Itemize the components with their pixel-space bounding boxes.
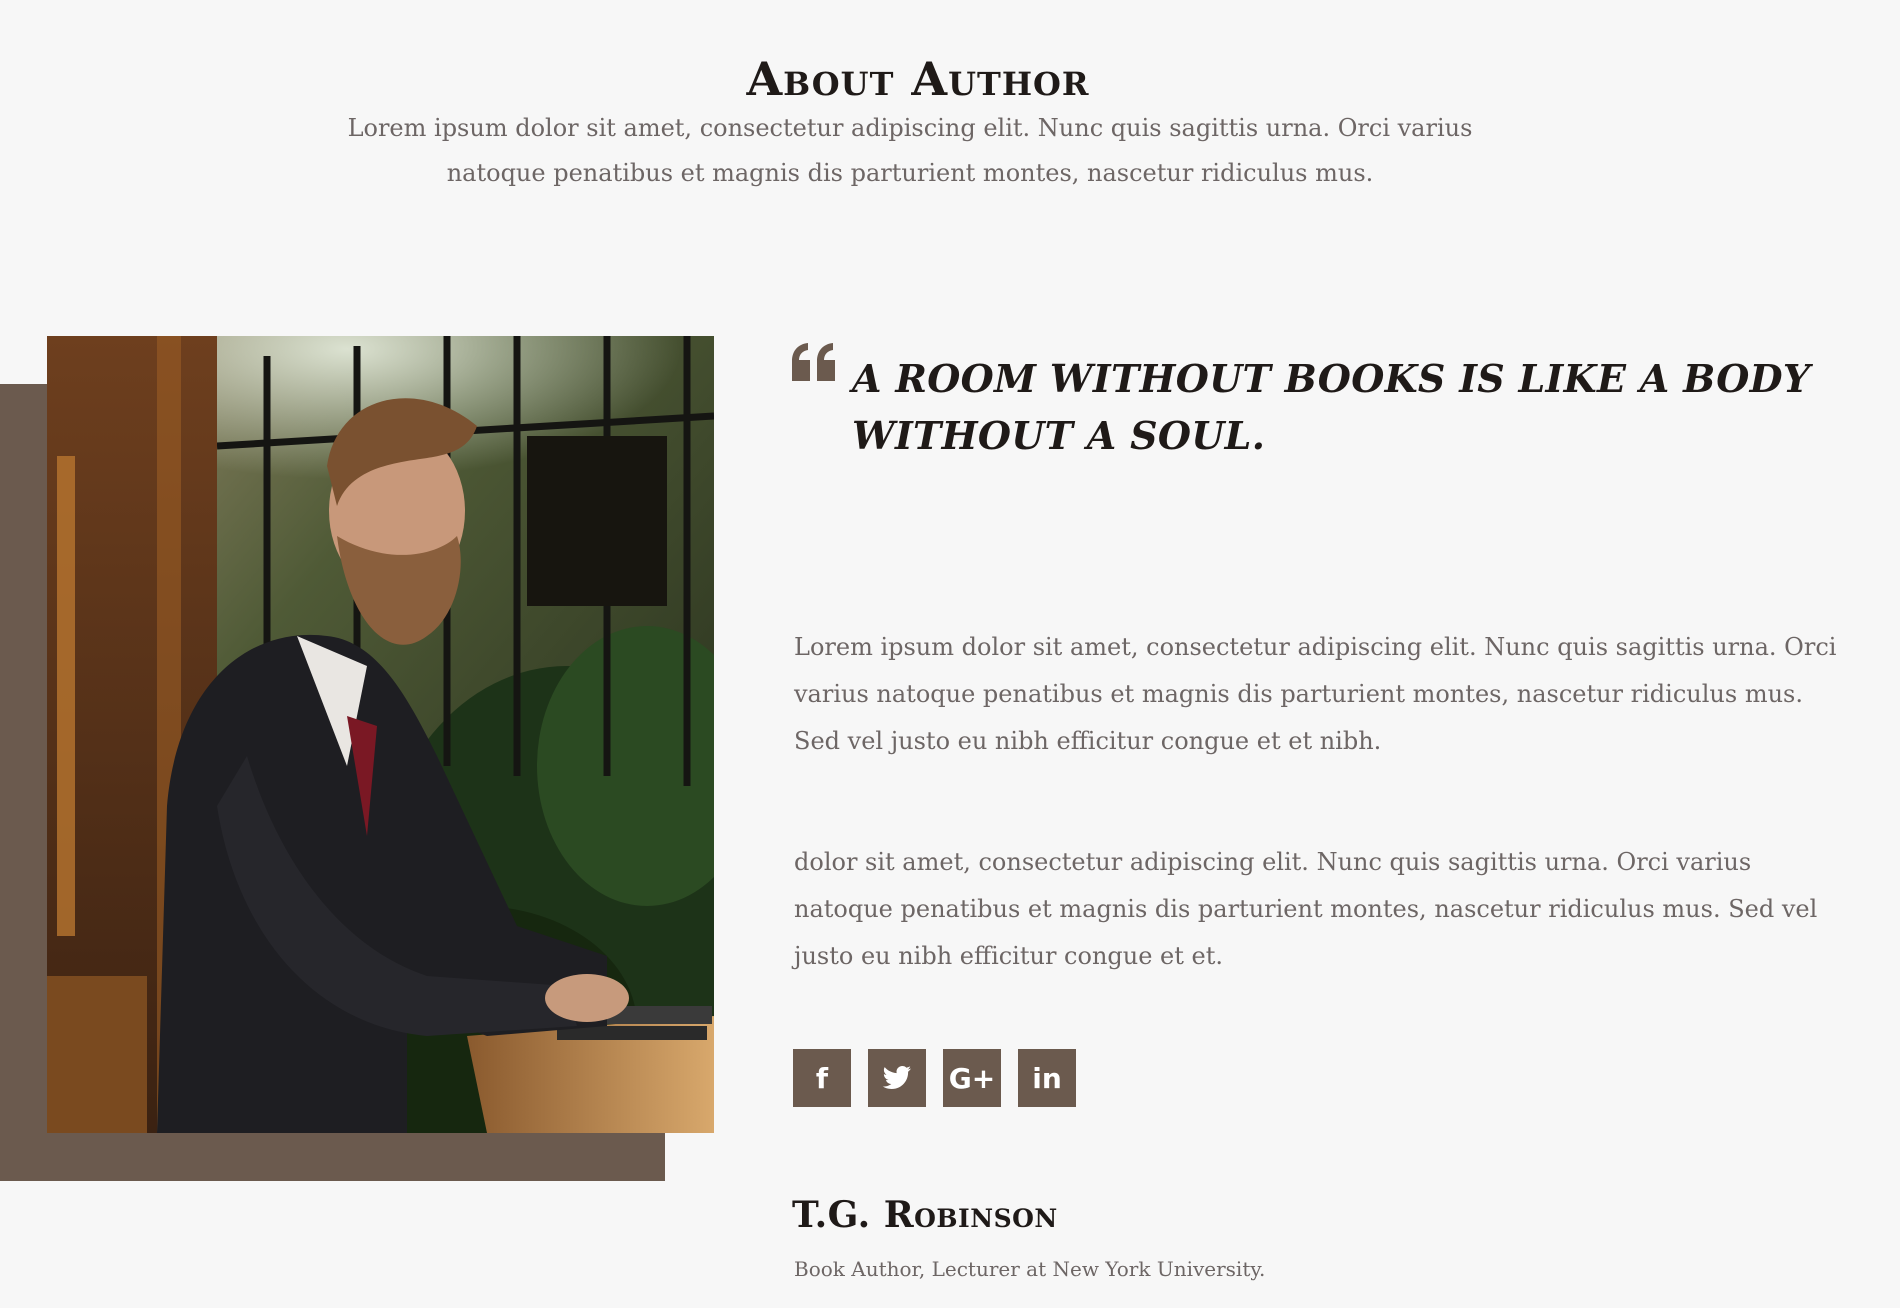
google-plus-label: G+	[948, 1061, 996, 1095]
google-plus-icon[interactable]: G+	[943, 1049, 1001, 1107]
author-name: T.G. Robinson	[792, 1194, 1058, 1236]
quote-icon	[790, 341, 840, 391]
twitter-icon[interactable]	[868, 1049, 926, 1107]
facebook-label: f	[815, 1061, 829, 1095]
section-title: About Author	[746, 51, 1090, 106]
about-author-section: About Author Lorem ipsum dolor sit amet,…	[0, 0, 1900, 1308]
author-quote: A room without books is like a body with…	[852, 356, 1811, 458]
author-photo	[47, 336, 714, 1133]
author-role: Book Author, Lecturer at New York Univer…	[794, 1257, 1266, 1281]
author-photo-illustration	[47, 336, 714, 1133]
twitter-bird-glyph	[882, 1066, 911, 1089]
linkedin-label: in	[1032, 1061, 1062, 1095]
facebook-icon[interactable]: f	[793, 1049, 851, 1107]
section-intro: Lorem ipsum dolor sit amet, consectetur …	[347, 114, 1473, 187]
social-links: f G+ in	[793, 1049, 1076, 1107]
linkedin-icon[interactable]: in	[1018, 1049, 1076, 1107]
bio-paragraph-1: Lorem ipsum dolor sit amet, consectetur …	[794, 633, 1837, 755]
bio-paragraph-2: dolor sit amet, consectetur adipiscing e…	[794, 848, 1818, 970]
